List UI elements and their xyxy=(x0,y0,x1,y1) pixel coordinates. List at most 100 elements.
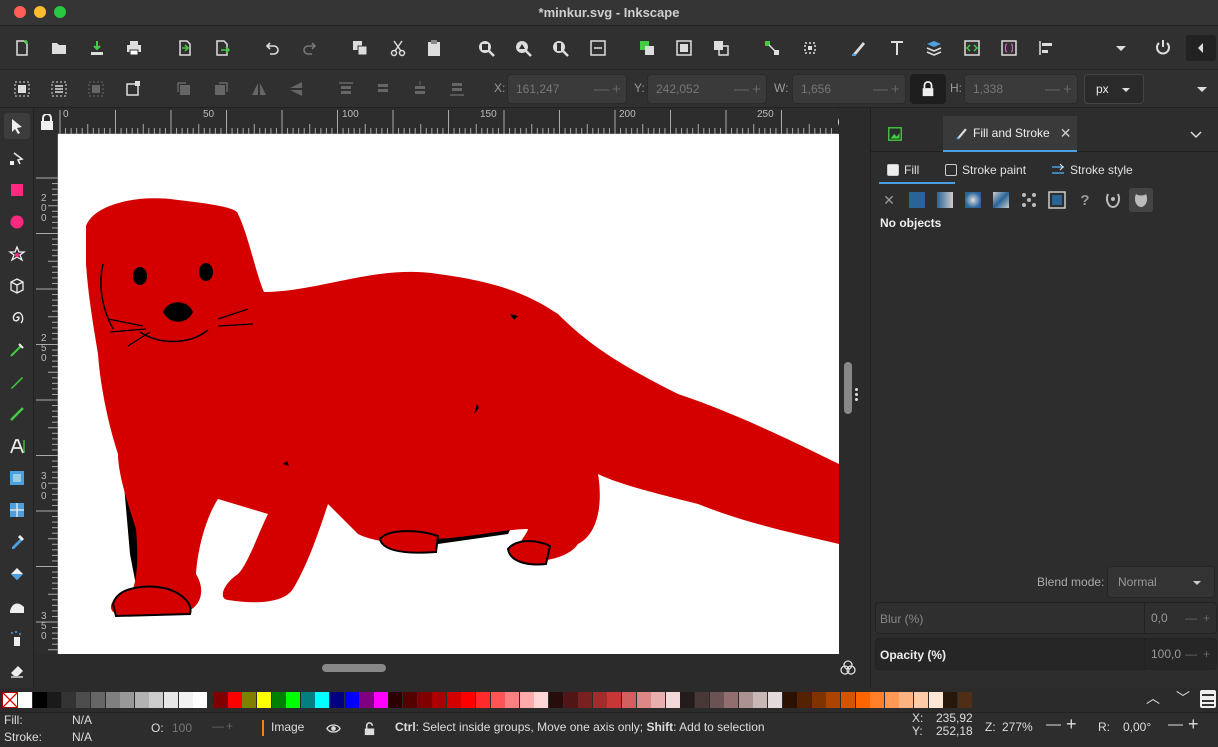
palette-swatch[interactable] xyxy=(227,692,242,708)
export-icon[interactable] xyxy=(209,35,235,61)
tweak-tool-icon[interactable] xyxy=(4,593,30,619)
rotate-ccw-icon[interactable]: — xyxy=(1168,716,1183,733)
palette-swatch[interactable] xyxy=(870,692,885,708)
dock-menu-icon[interactable] xyxy=(1189,116,1213,152)
palette-swatch[interactable] xyxy=(928,692,943,708)
blur-slider[interactable]: Blur (%) 0,0— + xyxy=(875,602,1217,634)
palette-swatch[interactable] xyxy=(300,692,315,708)
opacity-spin[interactable]: 100,0— + xyxy=(1144,639,1218,669)
palette-swatch[interactable] xyxy=(178,692,193,708)
lock-proportions-button[interactable] xyxy=(910,74,946,104)
palette-swatch[interactable] xyxy=(417,692,432,708)
palette-swatch[interactable] xyxy=(344,692,359,708)
raise-to-top-icon[interactable] xyxy=(334,77,358,101)
palette-swatch[interactable] xyxy=(695,692,709,708)
cut-icon[interactable] xyxy=(385,35,411,61)
palette-swatch[interactable] xyxy=(549,692,563,708)
zoom-out-icon[interactable]: — xyxy=(1046,716,1061,733)
vertical-scrollbar[interactable] xyxy=(844,362,852,414)
radial-gradient-icon[interactable] xyxy=(961,188,985,212)
xml-editor-icon[interactable] xyxy=(959,35,985,61)
palette-swatch[interactable] xyxy=(826,692,841,708)
height-field[interactable]: 1,338— + xyxy=(964,74,1078,104)
rotate-cw-icon[interactable] xyxy=(209,77,233,101)
drawing-canvas[interactable] xyxy=(58,134,839,654)
y-field[interactable]: 242,052— + xyxy=(647,74,767,104)
palette-swatch[interactable] xyxy=(359,692,374,708)
palette-swatch[interactable] xyxy=(61,692,76,708)
palette-swatch[interactable] xyxy=(943,692,958,708)
palette-scroll-up-icon[interactable]: ︿ xyxy=(1146,688,1166,708)
zoom-drawing-icon[interactable] xyxy=(510,35,536,61)
panel-resize-handle-icon[interactable] xyxy=(855,388,859,404)
duplicate-icon[interactable] xyxy=(347,35,373,61)
palette-swatch[interactable] xyxy=(193,692,208,708)
zoom-in-icon[interactable]: + xyxy=(1066,714,1077,735)
palette-swatch[interactable] xyxy=(47,692,62,708)
palette-swatch[interactable] xyxy=(32,692,47,708)
palette-swatch[interactable] xyxy=(797,692,812,708)
redo-icon[interactable] xyxy=(297,35,323,61)
lower-to-bottom-icon[interactable] xyxy=(445,77,469,101)
palette-swatch[interactable] xyxy=(149,692,164,708)
zoom-value[interactable]: 277% xyxy=(1002,720,1033,734)
spiral-tool-icon[interactable] xyxy=(4,305,30,331)
ellipse-tool-icon[interactable] xyxy=(4,209,30,235)
eraser-tool-icon[interactable] xyxy=(4,657,30,683)
palette-swatch[interactable] xyxy=(884,692,899,708)
rotate-ccw-icon[interactable] xyxy=(172,77,196,101)
palette-swatch[interactable] xyxy=(782,692,797,708)
palette-swatch[interactable] xyxy=(534,692,549,708)
palette-swatch[interactable] xyxy=(388,692,403,708)
flat-color-icon[interactable] xyxy=(905,188,929,212)
paint-bucket-tool-icon[interactable] xyxy=(4,561,30,587)
open-folder-icon[interactable] xyxy=(46,35,72,61)
palette-swatch[interactable] xyxy=(476,692,490,708)
save-icon[interactable] xyxy=(84,35,110,61)
palette-swatch[interactable] xyxy=(330,692,344,708)
import-icon[interactable] xyxy=(172,35,198,61)
palette-swatch[interactable] xyxy=(855,692,870,708)
swatch-icon[interactable] xyxy=(1045,188,1069,212)
palette-swatch[interactable] xyxy=(914,692,928,708)
align-distribute-icon[interactable] xyxy=(1033,35,1059,61)
palette-swatch[interactable] xyxy=(120,692,135,708)
palette-menu-icon[interactable] xyxy=(1200,690,1216,708)
palette-swatch[interactable] xyxy=(315,692,330,708)
selectors-css-icon[interactable] xyxy=(996,35,1022,61)
layer-lock-icon[interactable] xyxy=(362,721,377,736)
no-color-swatch[interactable] xyxy=(2,692,18,708)
group-icon[interactable] xyxy=(634,35,660,61)
palette-swatch[interactable] xyxy=(242,692,257,708)
dropper-tool-icon[interactable] xyxy=(4,529,30,555)
unlink-clone-icon[interactable] xyxy=(797,35,823,61)
calligraphy-tool-icon[interactable] xyxy=(4,401,30,427)
palette-swatch[interactable] xyxy=(768,692,782,708)
layer-visibility-icon[interactable] xyxy=(326,721,341,736)
gradient-tool-icon[interactable] xyxy=(4,465,30,491)
paste-icon[interactable] xyxy=(421,35,447,61)
subtab-fill[interactable]: Fill xyxy=(887,158,919,182)
stroke-indicator-value[interactable]: N/A xyxy=(72,730,92,744)
snap-options-icon[interactable] xyxy=(1186,35,1216,61)
palette-swatch[interactable] xyxy=(724,692,739,708)
new-document-icon[interactable] xyxy=(9,35,35,61)
palette-swatch[interactable] xyxy=(134,692,149,708)
mesh-tool-icon[interactable] xyxy=(4,497,30,523)
palette-swatch[interactable] xyxy=(607,692,622,708)
x-field[interactable]: 161,247— + xyxy=(507,74,627,104)
palette-swatch[interactable] xyxy=(578,692,593,708)
linear-gradient-icon[interactable] xyxy=(933,188,957,212)
palette-swatch[interactable] xyxy=(665,692,680,708)
palette-swatch[interactable] xyxy=(373,692,388,708)
text-dialog-icon[interactable] xyxy=(884,35,910,61)
enter-group-icon[interactable] xyxy=(708,35,734,61)
subtab-stroke-style[interactable]: Stroke style xyxy=(1051,158,1133,182)
width-field[interactable]: 1,656— + xyxy=(792,74,906,104)
edit-clones-icon[interactable] xyxy=(759,35,785,61)
selector-tool-icon[interactable] xyxy=(4,113,30,139)
unit-select[interactable]: px xyxy=(1084,74,1144,104)
palette-swatch[interactable] xyxy=(432,692,447,708)
palette-swatch[interactable] xyxy=(738,692,753,708)
palette-swatch[interactable] xyxy=(461,692,476,708)
